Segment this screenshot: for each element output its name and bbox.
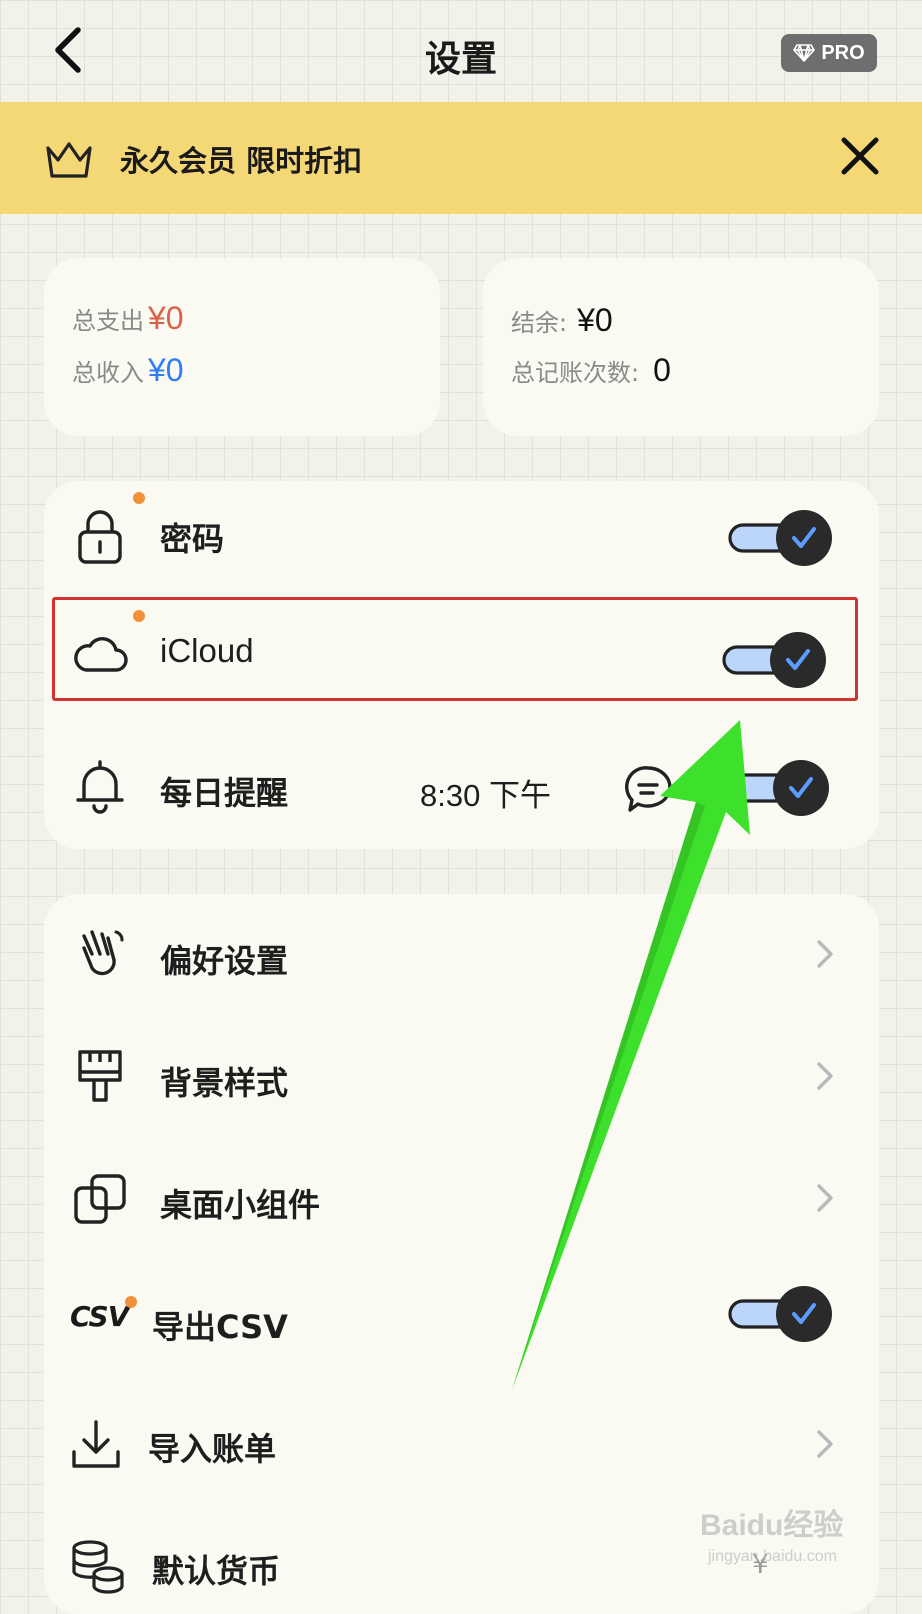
stats-card-left: 总支出 ¥0 总收入 ¥0 [44,258,440,436]
download-icon [72,1420,120,1468]
annotation-arrow [512,720,750,1390]
password-toggle[interactable] [728,508,836,568]
expense-label: 总支出 [72,307,144,335]
chevron-right-icon [817,1062,833,1090]
banner-text: 永久会员 限时折扣 [120,144,363,178]
preferences-label: 偏好设置 [160,942,289,980]
export-csv-label: 导出CSV [152,1308,288,1346]
lock-icon [78,510,122,564]
pro-label: PRO [821,41,865,64]
coins-icon [72,1540,124,1594]
paint-brush-icon [78,1050,122,1102]
currency-label: 默认货币 [152,1552,281,1590]
watermark-logo: Baidu经验 [700,1509,844,1542]
highlight-box [52,597,858,701]
reminder-label: 每日提醒 [160,774,289,812]
bell-icon [76,760,124,814]
widgets-label: 桌面小组件 [160,1186,321,1224]
balance-label: 结余: [511,309,568,337]
crown-icon [46,142,92,178]
balance-value: ¥0 [577,302,613,338]
count-value: 0 [653,352,671,388]
hand-wave-icon [82,930,124,976]
diamond-icon [793,44,816,62]
chevron-right-icon [817,940,833,968]
background-label: 背景样式 [160,1064,289,1102]
chevron-right-icon [817,1184,833,1212]
widgets-icon [74,1174,126,1224]
expense-value: ¥0 [148,300,184,336]
stats-card-right: 结余: ¥0 总记账次数: 0 [483,258,879,436]
chevron-right-icon [817,1430,833,1458]
income-value: ¥0 [148,352,184,388]
income-label: 总收入 [72,359,144,387]
watermark-url: jingyan.baidu.com [708,1548,837,1565]
new-badge-dot [133,492,145,504]
csv-icon: CSV [70,1300,129,1333]
password-label: 密码 [160,520,225,558]
close-icon[interactable] [838,134,882,178]
new-badge-dot [125,1296,137,1308]
import-label: 导入账单 [148,1430,277,1468]
count-label: 总记账次数: [511,359,640,387]
pro-badge[interactable]: PRO [781,34,877,72]
